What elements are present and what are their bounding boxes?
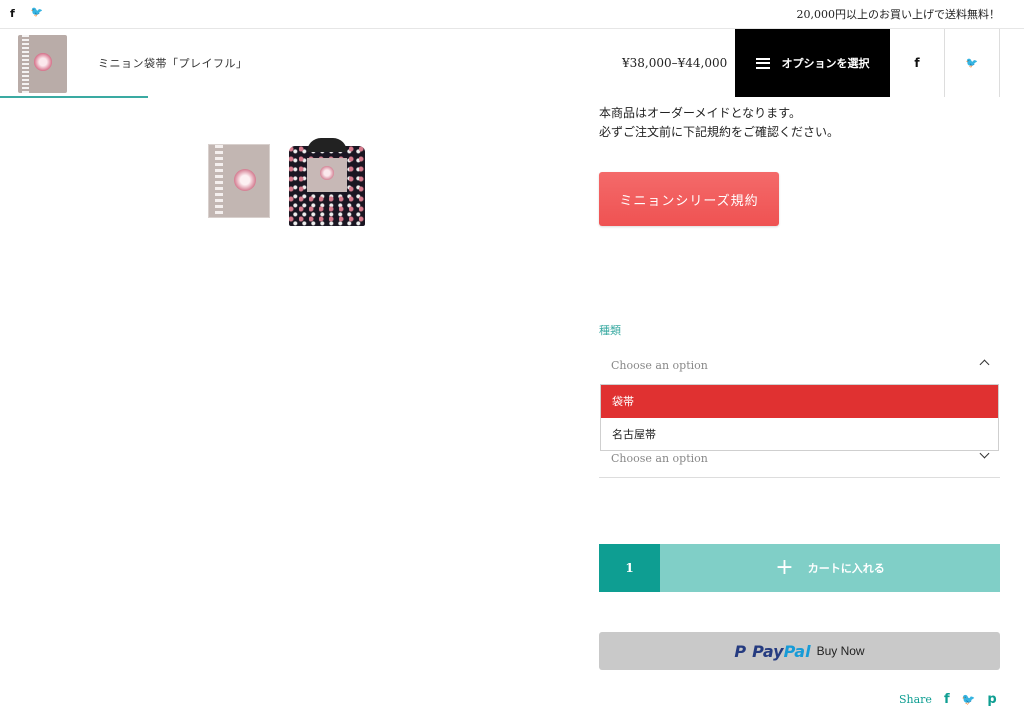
product-thumbnail[interactable] [18, 35, 67, 93]
paypal-buy-now-label: Buy Now [816, 644, 865, 658]
obi-motif [320, 166, 334, 180]
top-bar: f 🐦 20,000円以上のお買い上げで送料無料！ [0, 0, 1024, 29]
twitter-icon: 🐦 [965, 57, 979, 69]
variation-label: 種類 [599, 324, 621, 337]
top-social-links: f 🐦 [10, 7, 43, 20]
facebook-share-button[interactable]: f [890, 29, 945, 97]
description-line-2: 必ずご注文前に下記規約をご確認ください。 [599, 125, 840, 139]
menu-icon [755, 57, 770, 69]
pinterest-icon[interactable]: p [987, 692, 996, 707]
facebook-icon[interactable]: f [944, 692, 950, 707]
twitter-share-button[interactable]: 🐦 [945, 29, 1000, 97]
obi-pattern-band [215, 145, 223, 217]
sticky-price: ¥38,000–¥44,000 [622, 56, 728, 70]
order-description: 本商品はオーダーメイドとなります。 必ずご注文前に下記規約をご確認ください。 [599, 104, 839, 142]
chevron-up-icon [979, 359, 990, 370]
description-line-1: 本商品はオーダーメイドとなります。 [599, 106, 801, 120]
twitter-icon[interactable]: 🐦 [962, 693, 976, 706]
variation-dropdown-list: 袋帯 名古屋帯 [600, 384, 999, 451]
select-placeholder: Choose an option [611, 452, 708, 465]
sticky-progress-underline [0, 96, 148, 98]
sticky-product-name: ミニョン袋帯「プレイフル」 [98, 57, 248, 70]
dropdown-option-nagoya-obi[interactable]: 名古屋帯 [601, 418, 998, 451]
plus-icon: + [775, 555, 794, 580]
facebook-icon[interactable]: f [10, 7, 15, 20]
paypal-wordmark: PayPal [752, 642, 810, 661]
gallery-thumbnail-model[interactable] [287, 138, 367, 226]
obi-motif [234, 169, 256, 191]
free-shipping-notice: 20,000円以上のお買い上げで送料無料！ [796, 8, 1001, 21]
gallery-thumbnail-obi[interactable] [208, 144, 270, 218]
add-to-cart-button[interactable]: + カートに入れる [660, 544, 1000, 592]
quantity-input[interactable]: 1 [599, 544, 660, 592]
obi-motif [34, 53, 52, 71]
dropdown-option-fukuro-obi[interactable]: 袋帯 [601, 385, 998, 418]
sticky-product-bar: ミニョン袋帯「プレイフル」 ¥38,000–¥44,000 オプションを選択 f… [0, 29, 1024, 98]
select-placeholder: Choose an option [611, 359, 708, 372]
facebook-icon: f [914, 56, 920, 70]
paypal-icon: P [734, 641, 747, 661]
paypal-word-pal: Pal [783, 641, 811, 661]
twitter-icon[interactable]: 🐦 [31, 7, 43, 20]
paypal-word-pay: Pay [752, 641, 784, 661]
variation-select-type[interactable]: Choose an option [599, 348, 1000, 382]
series-rules-button[interactable]: ミニョンシリーズ規約 [599, 172, 779, 226]
add-to-cart-label: カートに入れる [807, 562, 885, 575]
select-options-label: オプションを選択 [781, 57, 870, 70]
share-label: Share [899, 693, 932, 706]
obi-pattern-band [22, 35, 29, 93]
model-hair [307, 138, 347, 152]
share-links: Share f 🐦 p [899, 692, 997, 707]
select-options-button[interactable]: オプションを選択 [735, 29, 890, 97]
paypal-buy-now-button[interactable]: P PayPal Buy Now [599, 632, 1000, 670]
